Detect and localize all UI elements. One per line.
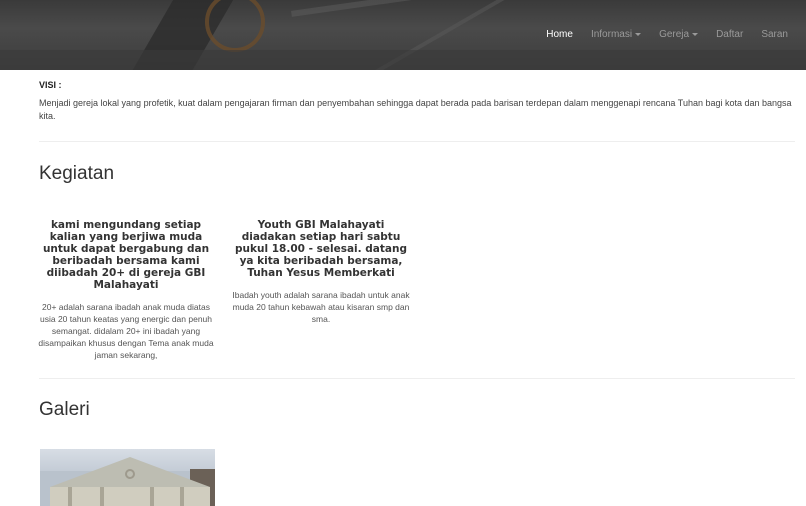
card-heading: kami mengundang setiap kalian yang berji…: [42, 219, 210, 291]
divider: [39, 378, 795, 379]
photo-pillar: [100, 487, 104, 506]
photo-pillar: [68, 487, 72, 506]
top-nav: Home Informasi Gereja Daftar Saran: [528, 29, 788, 40]
photo-pillar: [180, 487, 184, 506]
photo-wall: [50, 487, 210, 506]
kegiatan-card: Youth GBI Malahayati diadakan setiap har…: [231, 219, 411, 325]
nav-informasi[interactable]: Informasi: [590, 29, 642, 40]
banner-beam: [291, 0, 589, 17]
nav-home[interactable]: Home: [546, 29, 573, 40]
nav-gereja-label: Gereja: [659, 29, 690, 40]
nav-gereja[interactable]: Gereja: [659, 29, 699, 40]
nav-daftar[interactable]: Daftar: [716, 29, 743, 40]
kegiatan-title: Kegiatan: [39, 163, 115, 184]
nav-home-label: Home: [546, 29, 573, 40]
photo-pillar: [150, 487, 154, 506]
banner-shade: [0, 50, 806, 70]
nav-daftar-label: Daftar: [716, 29, 744, 40]
nav-informasi-label: Informasi: [590, 29, 633, 40]
galeri-title: Galeri: [39, 399, 90, 420]
card-body: 20+ adalah sarana ibadah anak muda diata…: [38, 302, 214, 360]
caret-down-icon: [692, 32, 699, 36]
caret-down-icon: [635, 32, 642, 36]
banner-wheel-decoration: [205, 0, 265, 52]
photo-window: [125, 469, 135, 479]
nav-saran[interactable]: Saran: [761, 29, 788, 40]
card-heading: Youth GBI Malahayati diadakan setiap har…: [235, 219, 407, 279]
visi-label: VISI :: [39, 80, 62, 90]
visi-text: Menjadi gereja lokal yang profetik, kuat…: [39, 98, 792, 121]
gallery-church-photo[interactable]: [40, 449, 215, 506]
divider: [39, 141, 795, 142]
header-banner: Home Informasi Gereja Daftar Saran: [0, 0, 806, 70]
nav-saran-label: Saran: [761, 29, 788, 40]
kegiatan-card: kami mengundang setiap kalian yang berji…: [36, 219, 216, 361]
card-body: Ibadah youth adalah sarana ibadah untuk …: [232, 290, 410, 324]
